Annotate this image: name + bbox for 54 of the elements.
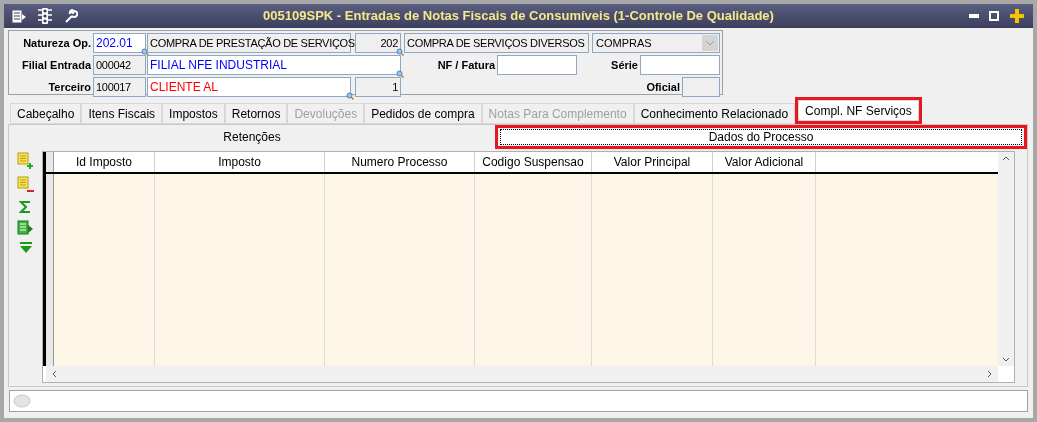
maximize-icon[interactable]: [989, 11, 999, 21]
tab[interactable]: Itens Fiscais: [81, 103, 163, 124]
tab[interactable]: Conhecimento Relacionado: [633, 103, 796, 124]
text-field[interactable]: CLIENTE AL: [147, 77, 351, 97]
scroll-right-icon[interactable]: [987, 370, 992, 378]
lookup-icon[interactable]: [396, 48, 404, 56]
field-label: Terceiro: [47, 79, 91, 95]
move-down-icon[interactable]: [17, 242, 34, 254]
tab[interactable]: Retornos: [224, 103, 288, 124]
text-field[interactable]: 202.01: [93, 33, 146, 53]
column-header[interactable]: Numero Processo: [325, 152, 475, 172]
export-icon[interactable]: [16, 220, 35, 236]
vertical-scrollbar[interactable]: [998, 152, 1014, 366]
subtab[interactable]: Dados do Processo: [500, 129, 1022, 145]
field-label: Oficial: [646, 79, 680, 95]
text-field[interactable]: [497, 55, 578, 75]
traffic-light-icon[interactable]: [38, 8, 52, 24]
text-field[interactable]: 000042: [93, 55, 146, 75]
column-header[interactable]: Valor Adicional: [713, 152, 816, 172]
scroll-down-icon[interactable]: [1002, 357, 1010, 362]
sum-icon[interactable]: [18, 200, 33, 214]
column-header[interactable]: Id Imposto: [54, 152, 155, 172]
lookup-icon[interactable]: [346, 92, 354, 100]
field-label: Série: [611, 57, 638, 73]
column-header[interactable]: Imposto: [155, 152, 325, 172]
tab[interactable]: Compl. NF Serviços: [798, 100, 919, 121]
plus-icon[interactable]: [1009, 8, 1025, 24]
remove-row-icon[interactable]: [16, 176, 35, 194]
field-label: Natureza Op.: [22, 35, 91, 51]
text-field[interactable]: 100017: [93, 77, 146, 97]
text-field[interactable]: 1: [355, 77, 401, 97]
text-field[interactable]: [640, 55, 720, 75]
text-field[interactable]: FILIAL NFE INDUSTRIAL: [147, 55, 401, 75]
tab[interactable]: Pedidos de compra: [364, 103, 482, 124]
row-header: [46, 152, 54, 172]
add-row-icon[interactable]: [16, 152, 35, 170]
wrench-icon[interactable]: [64, 9, 78, 23]
tab[interactable]: Cabeçalho: [10, 103, 82, 124]
column-header[interactable]: Codigo Suspensao: [475, 152, 592, 172]
horizontal-scrollbar[interactable]: [46, 366, 998, 382]
window-title: 005109SPK - Entradas de Notas Fiscais de Consumíveis (1-Controle De Qualidade): [263, 7, 774, 26]
menu-icon[interactable]: [12, 9, 26, 23]
scroll-up-icon[interactable]: [1002, 156, 1010, 161]
lookup-icon[interactable]: [141, 48, 149, 56]
text-field[interactable]: 202: [355, 33, 401, 53]
field-label: Filial Entrada: [20, 57, 91, 73]
tab[interactable]: Impostos: [162, 103, 225, 124]
text-field[interactable]: [682, 77, 720, 97]
lookup-icon[interactable]: [396, 70, 404, 78]
scroll-left-icon[interactable]: [52, 370, 57, 378]
status-indicator-icon: [13, 394, 31, 408]
field-label: NF / Fatura: [437, 57, 496, 73]
text-field[interactable]: COMPRA DE SERVIÇOS DIVERSOS: [404, 33, 589, 53]
column-header[interactable]: Valor Principal: [592, 152, 713, 172]
